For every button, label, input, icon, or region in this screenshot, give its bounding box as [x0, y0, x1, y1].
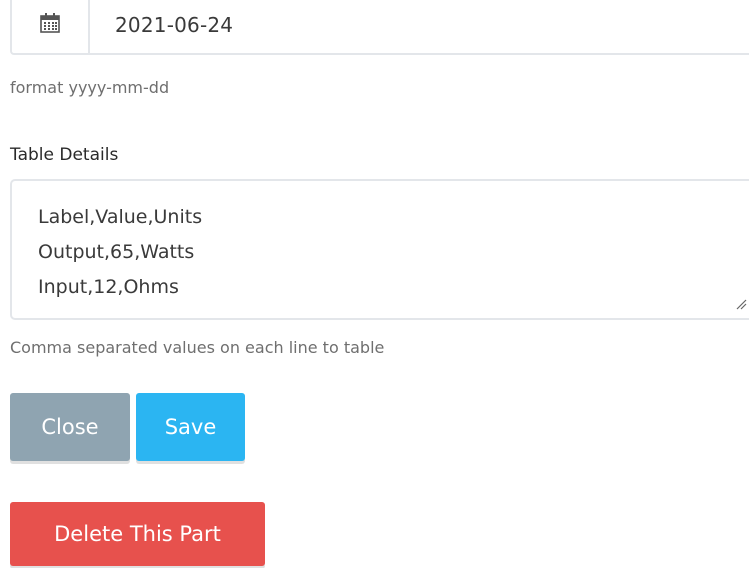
- resize-handle-icon[interactable]: [735, 295, 747, 314]
- save-button[interactable]: Save: [136, 393, 245, 461]
- calendar-icon[interactable]: [39, 12, 61, 38]
- close-button[interactable]: Close: [10, 393, 130, 461]
- table-details-help: Comma separated values on each line to t…: [10, 338, 385, 357]
- date-input[interactable]: 2021-06-24: [90, 13, 233, 37]
- date-format-help: format yyyy-mm-dd: [10, 78, 170, 97]
- textarea-line: Input,12,Ohms: [38, 276, 179, 298]
- date-input-group[interactable]: 2021-06-24: [10, 0, 749, 55]
- delete-part-button[interactable]: Delete This Part: [10, 502, 265, 566]
- date-addon[interactable]: [12, 0, 90, 53]
- textarea-line: Label,Value,Units: [38, 206, 203, 228]
- textarea-line: Output,65,Watts: [38, 241, 195, 263]
- table-details-textarea[interactable]: Label,Value,Units Output,65,Watts Input,…: [10, 179, 749, 320]
- part-edit-form: 2021-06-24 format yyyy-mm-dd Table Detai…: [0, 0, 749, 568]
- table-details-label: Table Details: [10, 145, 119, 165]
